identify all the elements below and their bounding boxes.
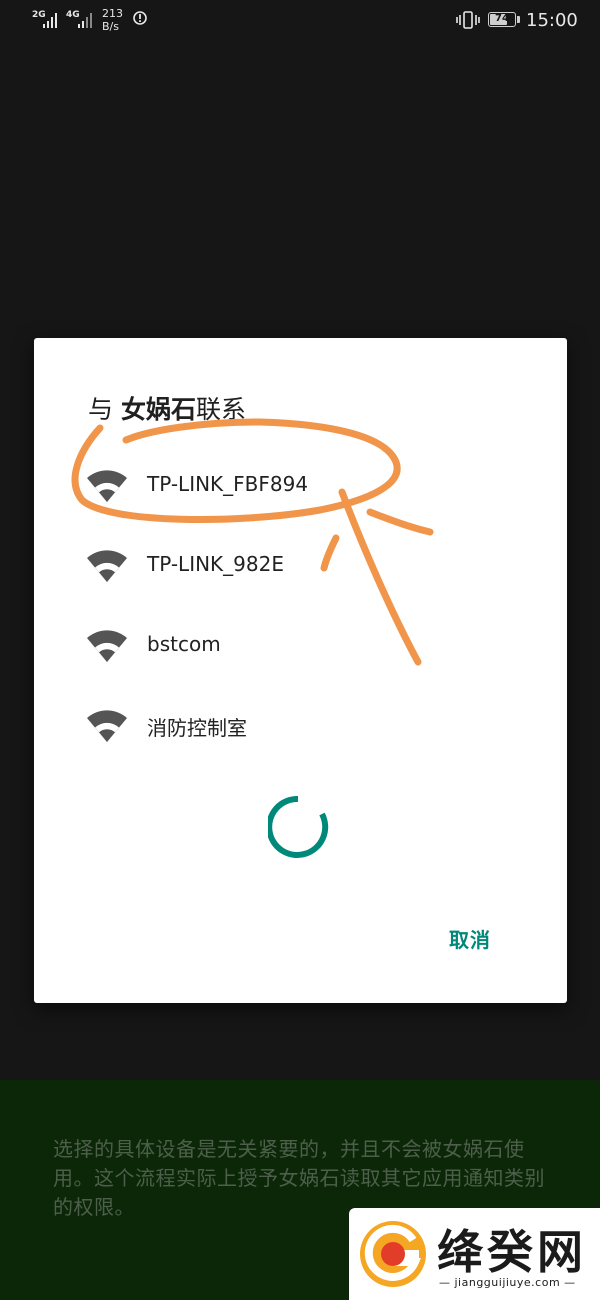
- dialog-title-prefix: 与: [88, 395, 121, 424]
- status-bar: 2G 4G 213 B/s 74 15:00: [0, 0, 600, 44]
- wifi-icon: [87, 630, 127, 662]
- screen: 2G 4G 213 B/s 74 15:00 与 女娲石联系 TP-LINK_F…: [0, 0, 600, 1300]
- battery-level: 74: [495, 13, 509, 24]
- network-speed: 213 B/s: [102, 7, 123, 33]
- device-name: bstcom: [147, 632, 221, 656]
- cancel-button[interactable]: 取消: [430, 920, 510, 960]
- dialog-title-app-name: 女娲石: [120, 395, 196, 424]
- clock: 15:00: [526, 10, 578, 31]
- battery-tip: [517, 16, 520, 23]
- alert-icon: [133, 11, 147, 25]
- loading-spinner-icon: [268, 795, 329, 858]
- device-name: TP-LINK_FBF894: [147, 472, 309, 496]
- network-speed-value: 213: [102, 7, 123, 20]
- device-item-2[interactable]: bstcom: [34, 606, 567, 686]
- dialog-title: 与 女娲石联系: [88, 390, 246, 426]
- dialog-title-suffix: 联系: [195, 395, 246, 424]
- wifi-icon: [87, 470, 127, 502]
- network-speed-unit: B/s: [102, 20, 119, 33]
- site-logo-icon: [360, 1221, 426, 1287]
- watermark-url: — jiangguijiuye.com —: [439, 1276, 576, 1289]
- device-name: TP-LINK_982E: [147, 552, 284, 576]
- sim2-signal-icon: [78, 13, 92, 28]
- device-item-1[interactable]: TP-LINK_982E: [34, 526, 567, 606]
- device-item-3[interactable]: 消防控制室: [34, 686, 567, 766]
- sim1-signal-icon: [43, 13, 57, 28]
- device-item-0[interactable]: TP-LINK_FBF894: [34, 446, 567, 526]
- wifi-icon: [87, 710, 127, 742]
- battery-icon: 74: [488, 12, 516, 27]
- watermark: 绛癸网 — jiangguijiuye.com —: [349, 1208, 600, 1300]
- device-name: 消防控制室: [147, 716, 247, 740]
- device-chooser-dialog: 与 女娲石联系 TP-LINK_FBF894 TP-LINK_982E bstc…: [34, 338, 567, 1003]
- watermark-title: 绛癸网: [437, 1225, 587, 1279]
- wifi-icon: [87, 550, 127, 582]
- vibrate-icon: [456, 11, 480, 29]
- device-list: TP-LINK_FBF894 TP-LINK_982E bstcom 消防控制室: [34, 446, 567, 766]
